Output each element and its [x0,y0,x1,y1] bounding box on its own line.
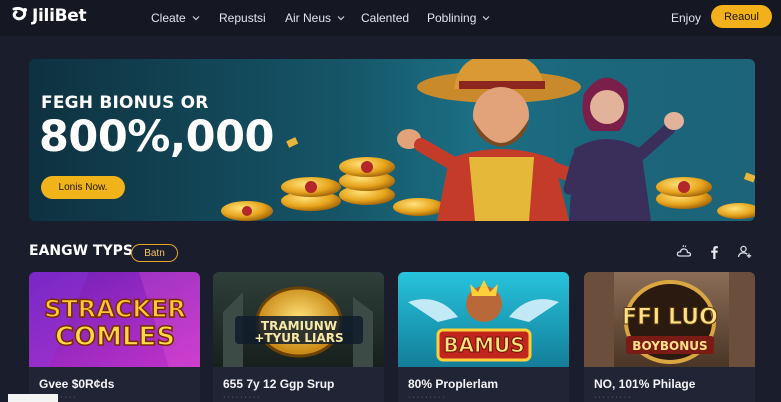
game-card[interactable]: FFI LUO BOYBONUS NO, 101% Philage · · · … [584,272,755,402]
game-card[interactable]: STRACKER COMLES Gvee $0R¢ds · · · · · · … [29,272,200,402]
chevron-down-icon [192,16,200,21]
svg-text:BAMUS: BAMUS [443,333,524,357]
game-card[interactable]: TRAMIUNW +TYUR LIARS 655 7y 12 Ggp Srup … [213,272,384,402]
game-card[interactable]: BAMUS 80% Proplerlam · · · · · · · · · [398,272,569,402]
nav-label: Calented [361,11,410,25]
card-subtitle: · · · · · · · · · [594,394,631,401]
card-title: 655 7y 12 Ggp Srup [223,377,335,391]
svg-text:COMLES: COMLES [55,322,175,352]
logo-mark-icon [12,6,27,21]
banner-cta-button[interactable]: Lonis Now. [41,176,125,199]
nav-label: Air Neus [285,11,332,25]
nav-item-cleate[interactable]: Cleate [151,11,200,25]
login-link[interactable]: Enjoy [671,11,701,25]
top-navbar: JiliBet Cleate Repustsi Air Neus Calente… [0,0,781,36]
banner-subtitle: FEGH BIONUS OR [41,93,209,113]
card-title: Gvee $0R¢ds [39,377,115,391]
cloud-icon[interactable] [676,244,692,260]
svg-text:BOYBONUS: BOYBONUS [632,339,707,353]
game-thumbnail: STRACKER COMLES [29,272,200,367]
svg-text:FFI LUO: FFI LUO [622,305,718,330]
user-add-icon[interactable] [737,244,753,260]
nav-label: Cleate [151,11,186,25]
card-title: 80% Proplerlam [408,377,499,391]
card-subtitle: · · · · · · · · · [223,394,260,401]
nav-item-calented[interactable]: Calented [361,11,409,25]
register-button[interactable]: Reaoul [711,5,772,28]
chevron-down-icon [482,16,490,21]
nav-label: Poblining [427,11,477,25]
logo-text: JiliBet [32,6,87,26]
section-title: EANGW TYPS [29,243,133,259]
banner-amount: 800%,000 [39,112,274,162]
svg-text:+TYUR LIARS: +TYUR LIARS [254,331,343,345]
card-title: NO, 101% Philage [594,377,696,391]
promo-banner[interactable]: FEGH BIONUS OR 800%,000 Lonis Now. [29,59,755,221]
svg-text:STRACKER: STRACKER [44,295,186,323]
logo[interactable]: JiliBet [10,6,87,26]
nav-item-poblining[interactable]: Poblining [427,11,490,25]
nav-label: Repustsi [219,11,266,25]
game-thumbnail: BAMUS [398,272,569,367]
nav-item-repustsi[interactable]: Repustsi [219,11,266,25]
game-thumbnail: TRAMIUNW +TYUR LIARS [213,272,384,367]
corner-badge [8,394,58,402]
card-subtitle: · · · · · · · · · [408,394,445,401]
game-thumbnail: FFI LUO BOYBONUS [584,272,755,367]
nav-item-air-neus[interactable]: Air Neus [285,11,345,25]
section-badge-button[interactable]: Batn [131,244,178,262]
chevron-down-icon [337,16,345,21]
facebook-icon[interactable] [706,244,722,260]
